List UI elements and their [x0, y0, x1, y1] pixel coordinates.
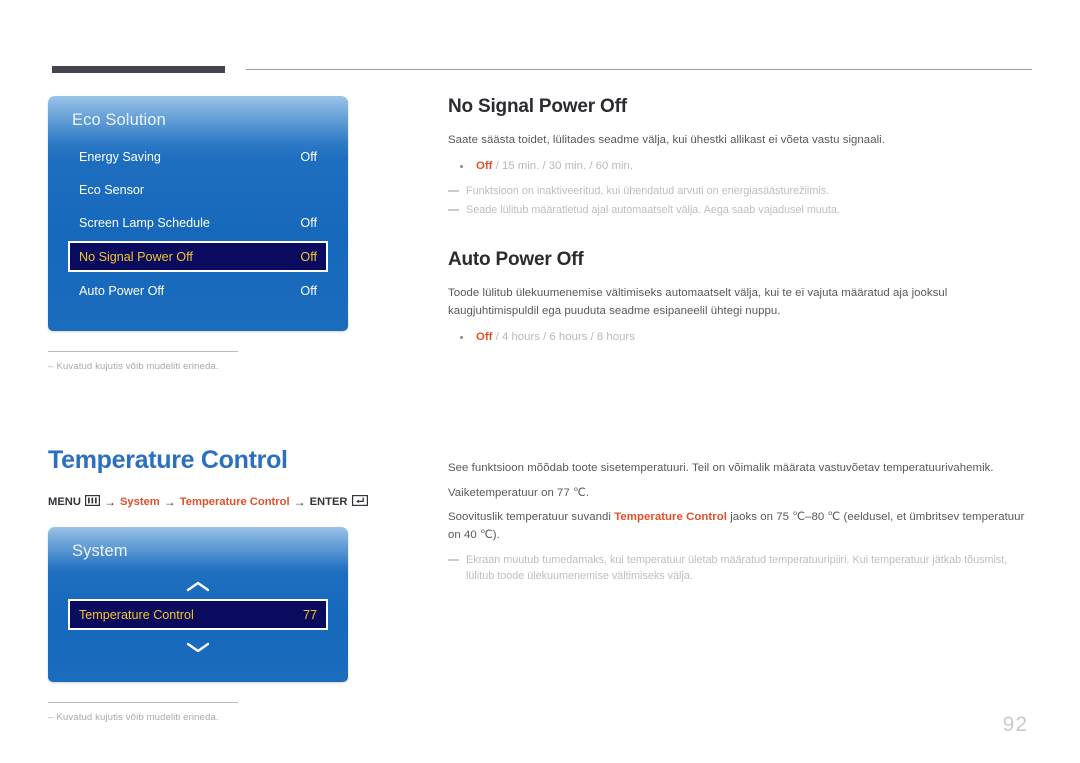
- osd-panel-title: System: [72, 542, 128, 560]
- section-title-auto-power-off: Auto Power Off: [448, 249, 584, 271]
- breadcrumb-arrow-icon: →: [163, 495, 176, 509]
- chevron-up-icon[interactable]: [48, 573, 348, 599]
- temperature-control-para-1: See funktsioon mõõdab toote sisetemperat…: [448, 461, 994, 474]
- right-column: No Signal Power Off Saate säästa toidet,…: [448, 96, 1028, 587]
- auto-power-off-options-list: Off / 4 hours / 6 hours / 8 hours: [448, 328, 1028, 346]
- header-rule: [52, 64, 1032, 74]
- eco-solution-osd-panel: Eco Solution Energy Saving Off Eco Senso…: [48, 96, 348, 331]
- osd-row-value: Off: [300, 283, 317, 298]
- footnote-dash: –: [48, 712, 54, 723]
- option-default-value: Off: [476, 330, 493, 343]
- footnote-dash: –: [48, 361, 54, 372]
- breadcrumb-item-system[interactable]: System: [120, 496, 160, 508]
- osd-row-list: Temperature Control 77: [48, 599, 348, 630]
- breadcrumb-arrow-icon: →: [103, 495, 116, 509]
- footnote-text-wrap: – Kuvatud kujutis võib mudeliti erineda.: [48, 361, 348, 372]
- enter-key-icon: [351, 495, 368, 509]
- header-divider-line: [246, 69, 1032, 70]
- section-title-no-signal-power-off: No Signal Power Off: [448, 96, 627, 117]
- footnote-divider: [48, 702, 238, 703]
- no-signal-body-text: Saate säästa toidet, lülitades seadme vä…: [448, 134, 885, 146]
- footnote-divider: [48, 351, 238, 352]
- osd-row-screen-lamp-schedule[interactable]: Screen Lamp Schedule Off: [70, 208, 326, 237]
- left-column: Eco Solution Energy Saving Off Eco Senso…: [48, 96, 408, 723]
- osd-row-auto-power-off[interactable]: Auto Power Off Off: [70, 276, 326, 305]
- osd-row-eco-sensor[interactable]: Eco Sensor: [70, 175, 326, 204]
- header-tab-marker: [52, 66, 225, 73]
- osd-row-label: Temperature Control: [79, 607, 194, 622]
- system-panel-footnote: – Kuvatud kujutis võib mudeliti erineda.: [48, 702, 348, 723]
- manual-page: Eco Solution Energy Saving Off Eco Senso…: [0, 0, 1080, 763]
- no-signal-options-list: Off / 15 min. / 30 min. / 60 min.: [448, 157, 1028, 175]
- temperature-control-para-3: Soovituslik temperatuur suvandi Temperat…: [448, 509, 1028, 544]
- osd-row-value: Off: [300, 249, 317, 264]
- osd-row-list: Energy Saving Off Eco Sensor Screen Lamp…: [48, 142, 348, 305]
- list-item: Off / 15 min. / 30 min. / 60 min.: [448, 157, 1028, 175]
- osd-panel-title: Eco Solution: [72, 111, 166, 129]
- system-osd-panel: System Temperature Control 77: [48, 527, 348, 682]
- page-title: Temperature Control: [48, 446, 288, 474]
- footnote-text: Kuvatud kujutis võib mudeliti erineda.: [56, 712, 219, 723]
- osd-row-label: Energy Saving: [79, 149, 161, 164]
- osd-row-label: Eco Sensor: [79, 182, 145, 197]
- osd-row-energy-saving[interactable]: Energy Saving Off: [70, 142, 326, 171]
- footnote-text-wrap: – Kuvatud kujutis võib mudeliti erineda.: [48, 712, 348, 723]
- no-signal-note-2: Seade lülitub määratletud ajal automaats…: [448, 202, 1028, 218]
- no-signal-note-1: Funktsioon on inaktiveeritud, kui ühenda…: [448, 183, 1028, 199]
- temperature-control-note: Ekraan muutub tumedamaks, kui temperatuu…: [448, 552, 1028, 584]
- breadcrumb-arrow-icon: →: [293, 495, 306, 509]
- breadcrumb-item-temperature-control[interactable]: Temperature Control: [180, 496, 290, 508]
- osd-row-value: Off: [300, 149, 317, 164]
- chevron-down-icon[interactable]: [48, 634, 348, 660]
- auto-power-off-body-text: Toode lülitub ülekuumenemise vältimiseks…: [448, 287, 948, 317]
- temperature-control-para-2: Vaiketemperatuur on 77 ℃.: [448, 486, 590, 499]
- option-default-value: Off: [476, 159, 493, 172]
- osd-row-no-signal-power-off[interactable]: No Signal Power Off Off: [68, 241, 328, 272]
- breadcrumb-enter-label: ENTER: [309, 496, 348, 508]
- osd-row-value: Off: [300, 215, 317, 230]
- osd-row-label: No Signal Power Off: [79, 249, 193, 264]
- breadcrumb: MENU → System → Temperature Control → EN…: [48, 495, 408, 509]
- para3-prefix: Soovituslik temperatuur suvandi: [448, 511, 615, 524]
- option-alternatives: / 4 hours / 6 hours / 8 hours: [492, 330, 635, 343]
- menu-grid-icon: [84, 495, 100, 509]
- eco-panel-footnote: – Kuvatud kujutis võib mudeliti erineda.: [48, 351, 348, 372]
- osd-row-label: Auto Power Off: [79, 283, 165, 298]
- osd-row-value: 77: [302, 607, 317, 622]
- footnote-text: Kuvatud kujutis võib mudeliti erineda.: [56, 361, 219, 372]
- list-item: Off / 4 hours / 6 hours / 8 hours: [448, 328, 1028, 346]
- osd-row-label: Screen Lamp Schedule: [79, 215, 210, 230]
- osd-row-temperature-control[interactable]: Temperature Control 77: [68, 599, 328, 630]
- para3-emphasis: Temperature Control: [614, 511, 727, 524]
- breadcrumb-menu-label: MENU: [48, 496, 81, 508]
- option-alternatives: / 15 min. / 30 min. / 60 min.: [492, 159, 633, 172]
- page-number: 92: [1002, 713, 1028, 736]
